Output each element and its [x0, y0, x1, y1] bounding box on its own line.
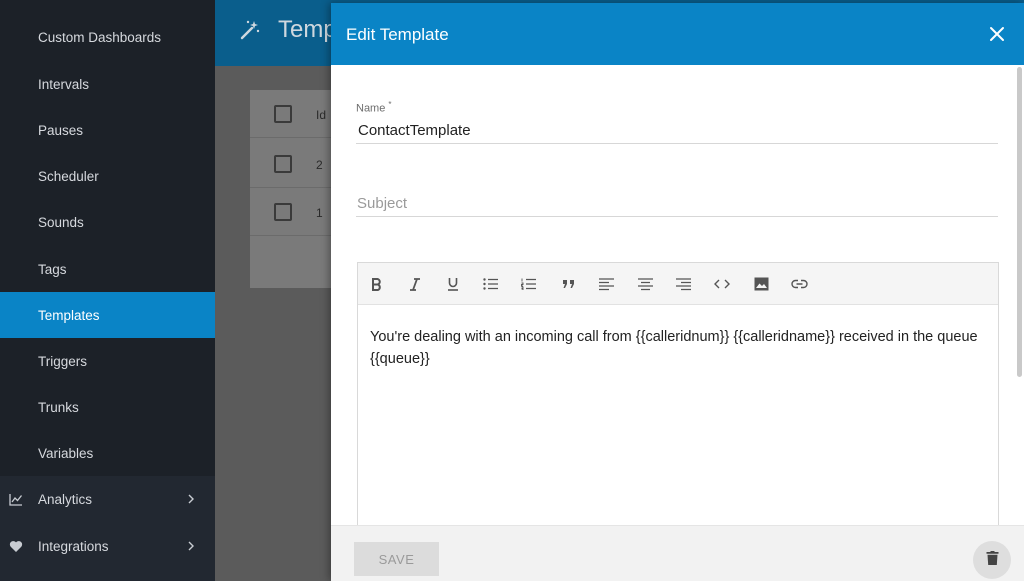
row-checkbox[interactable] — [274, 155, 292, 173]
align-right-icon[interactable] — [672, 273, 694, 295]
dialog-title: Edit Template — [346, 25, 449, 44]
row-id: 1 — [316, 206, 323, 220]
name-field[interactable] — [356, 117, 998, 144]
editor-content[interactable]: You're dealing with an incoming call fro… — [370, 326, 980, 370]
link-icon[interactable] — [788, 273, 810, 295]
sidebar-item-custom-dashboards[interactable]: Custom Dashboards — [0, 14, 215, 60]
trash-icon — [986, 550, 999, 571]
magic-wand-icon — [238, 18, 262, 42]
delete-button[interactable] — [973, 541, 1011, 579]
required-mark: * — [388, 100, 392, 109]
sidebar-item-triggers[interactable]: Triggers — [0, 338, 215, 384]
page-title: Temp — [278, 16, 337, 43]
dialog-header: Edit Template — [331, 3, 1024, 65]
close-icon[interactable] — [988, 25, 1006, 43]
italic-icon[interactable] — [404, 273, 426, 295]
sidebar-item-label: Scheduler — [38, 168, 99, 184]
align-left-icon[interactable] — [595, 273, 617, 295]
select-all-checkbox[interactable] — [274, 105, 292, 123]
align-center-icon[interactable] — [634, 273, 656, 295]
row-id: 2 — [316, 158, 323, 172]
sidebar-item-label: Analytics — [38, 491, 93, 507]
chevron-right-icon — [187, 540, 195, 552]
name-label-text: Name — [356, 102, 386, 115]
code-icon[interactable] — [711, 273, 733, 295]
sidebar-item-label: Trunks — [38, 399, 79, 415]
save-button[interactable]: SAVE — [354, 542, 439, 576]
chevron-right-icon — [187, 493, 195, 505]
quote-icon[interactable] — [557, 273, 579, 295]
body-editor: You're dealing with an incoming call fro… — [357, 262, 999, 542]
sidebar-item-intervals[interactable]: Intervals — [0, 61, 215, 107]
numbered-list-icon[interactable] — [518, 273, 540, 295]
sidebar-item-label: Sounds — [38, 214, 84, 230]
sidebar-item-integrations[interactable]: Integrations — [0, 523, 215, 569]
sidebar: Custom Dashboards Intervals Pauses Sched… — [0, 0, 215, 581]
sidebar-item-trunks[interactable]: Trunks — [0, 384, 215, 430]
dialog-footer: SAVE — [331, 525, 1024, 581]
heart-icon — [9, 539, 23, 553]
sidebar-item-label: Templates — [38, 307, 100, 323]
bold-icon[interactable] — [366, 273, 388, 295]
edit-template-dialog: Edit Template Name * ContactTemplate Sub… — [331, 3, 1024, 581]
sidebar-item-label: Intervals — [38, 76, 90, 92]
sidebar-item-label: Variables — [38, 445, 94, 461]
sidebar-item-label: Custom Dashboards — [38, 29, 162, 45]
sidebar-item-pauses[interactable]: Pauses — [0, 107, 215, 153]
name-field-label: Name * — [356, 100, 392, 115]
dialog-scrollbar[interactable] — [1017, 67, 1022, 377]
sidebar-item-label: Pauses — [38, 122, 84, 138]
image-icon[interactable] — [750, 273, 772, 295]
sidebar-item-tags[interactable]: Tags — [0, 246, 215, 292]
sidebar-item-scheduler[interactable]: Scheduler — [0, 153, 215, 199]
sidebar-item-analytics[interactable]: Analytics — [0, 476, 215, 522]
sidebar-item-label: Tags — [38, 261, 67, 277]
row-checkbox[interactable] — [274, 203, 292, 221]
editor-toolbar — [358, 263, 998, 305]
sidebar-item-label: Triggers — [38, 353, 88, 369]
underline-icon[interactable] — [442, 273, 464, 295]
sidebar-item-label: Integrations — [38, 538, 109, 554]
sidebar-item-sounds[interactable]: Sounds — [0, 199, 215, 245]
bullet-list-icon[interactable] — [480, 273, 502, 295]
sidebar-item-variables[interactable]: Variables — [0, 430, 215, 476]
sidebar-item-templates[interactable]: Templates — [0, 292, 215, 338]
subject-field[interactable] — [356, 190, 998, 217]
chart-line-icon — [9, 492, 23, 506]
column-header-id: Id — [316, 108, 327, 122]
